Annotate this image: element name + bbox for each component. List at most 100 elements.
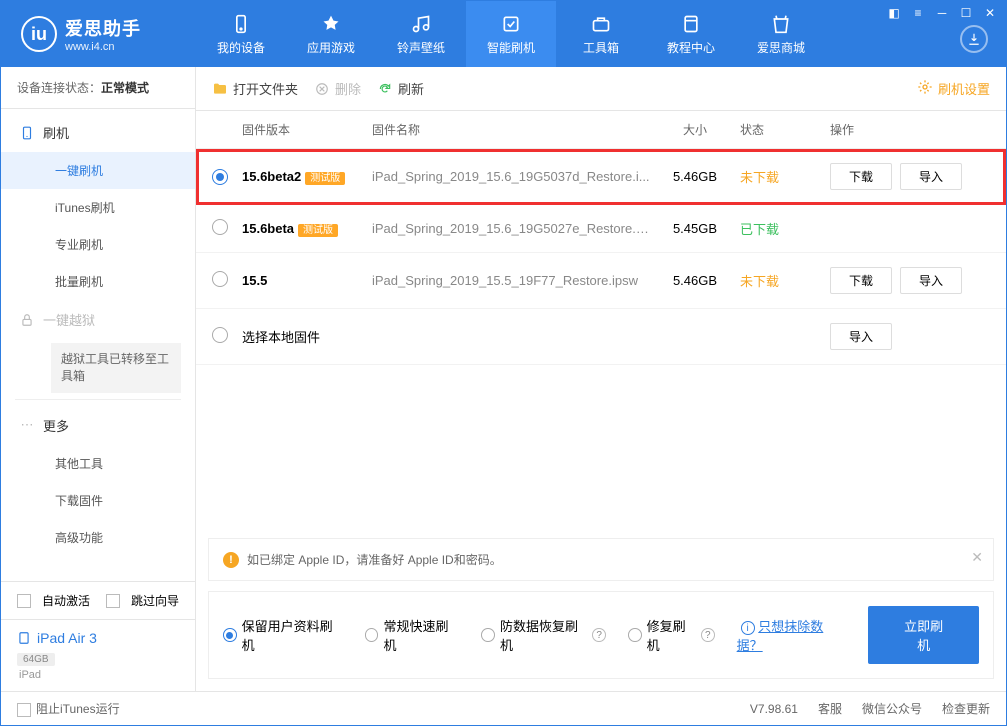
notice-close-icon[interactable]: ✕ — [971, 549, 983, 566]
table-row[interactable]: 15.5iPad_Spring_2019_15.5_19F77_Restore.… — [196, 253, 1006, 309]
tab-icon-1 — [320, 13, 342, 35]
import-button[interactable]: 导入 — [900, 163, 962, 190]
theme-icon[interactable]: ◧ — [884, 5, 904, 21]
header: iu 爱思助手 www.i4.cn 我的设备应用游戏铃声壁纸智能刷机工具箱教程中… — [1, 1, 1006, 67]
notice-bar: ! 如已绑定 Apple ID，请准备好 Apple ID和密码。 ✕ — [208, 538, 994, 581]
sidebar-more-item-0[interactable]: 其他工具 — [1, 445, 195, 482]
tab-icon-2 — [410, 13, 432, 35]
window-controls: ◧ ≡ ─ ☐ ✕ — [884, 5, 1000, 21]
flash-settings-button[interactable]: 刷机设置 — [917, 79, 990, 98]
import-button[interactable]: 导入 — [900, 267, 962, 294]
flash-now-button[interactable]: 立即刷机 — [868, 606, 979, 664]
footer: 阻止iTunes运行 V7.98.61 客服 微信公众号 检查更新 — [1, 691, 1006, 725]
row-radio[interactable] — [212, 219, 228, 235]
minimize-icon[interactable]: ─ — [932, 5, 952, 21]
flash-option-2[interactable]: 防数据恢复刷机? — [481, 616, 606, 654]
download-button[interactable]: 下载 — [830, 163, 892, 190]
row-radio[interactable] — [212, 271, 228, 287]
jailbreak-note: 越狱工具已转移至工具箱 — [51, 343, 181, 393]
auto-activate-row: 自动激活 跳过向导 — [1, 582, 195, 619]
firmware-size: 5.46GB — [650, 273, 740, 288]
device-status: 设备连接状态：正常模式 — [1, 67, 195, 109]
flash-icon — [19, 125, 35, 141]
firmware-status: 未下载 — [740, 167, 830, 186]
tab-icon-4 — [590, 13, 612, 35]
flash-options: 保留用户资料刷机常规快速刷机防数据恢复刷机?修复刷机?i 只想抹除数据？立即刷机 — [208, 591, 994, 679]
firmware-status: 已下载 — [740, 219, 830, 238]
tab-icon-5 — [680, 13, 702, 35]
flash-option-1[interactable]: 常规快速刷机 — [365, 616, 459, 654]
folder-icon — [212, 81, 228, 97]
sidebar-item-0[interactable]: 一键刷机 — [1, 152, 195, 189]
firmware-name: iPad_Spring_2019_15.6_19G5037d_Restore.i… — [372, 169, 650, 184]
option-radio[interactable] — [481, 628, 495, 642]
beta-badge: 测试版 — [298, 224, 338, 237]
flash-option-0[interactable]: 保留用户资料刷机 — [223, 616, 343, 654]
storage-badge: 64GB — [17, 653, 55, 666]
main-panel: 打开文件夹 删除 刷新 刷机设置 固件版本 固件名 — [196, 67, 1006, 691]
firmware-size: 5.45GB — [650, 221, 740, 236]
sidebar-more-item-1[interactable]: 下载固件 — [1, 482, 195, 519]
refresh-button[interactable]: 刷新 — [377, 79, 424, 98]
beta-badge: 测试版 — [305, 172, 345, 185]
toolbar: 打开文件夹 删除 刷新 刷机设置 — [196, 67, 1006, 111]
local-firmware-row[interactable]: 选择本地固件导入 — [196, 309, 1006, 365]
option-radio[interactable] — [628, 628, 642, 642]
wechat-link[interactable]: 微信公众号 — [862, 700, 922, 717]
option-radio[interactable] — [365, 628, 379, 642]
tab-icon-0 — [230, 13, 252, 35]
version-label: V7.98.61 — [750, 702, 798, 716]
download-indicator-icon[interactable] — [960, 25, 988, 53]
block-itunes-checkbox[interactable] — [17, 703, 31, 717]
firmware-name: iPad_Spring_2019_15.5_19F77_Restore.ipsw — [372, 273, 650, 288]
skip-guide-checkbox[interactable] — [106, 594, 120, 608]
tab-5[interactable]: 教程中心 — [646, 1, 736, 67]
tab-3[interactable]: 智能刷机 — [466, 1, 556, 67]
auto-activate-checkbox[interactable] — [17, 594, 31, 608]
tab-icon-3 — [500, 13, 522, 35]
option-radio[interactable] — [223, 628, 237, 642]
table-row[interactable]: 15.6beta2测试版iPad_Spring_2019_15.6_19G503… — [196, 149, 1006, 205]
delete-button: 删除 — [314, 79, 361, 98]
app-domain: www.i4.cn — [65, 41, 141, 53]
device-info[interactable]: iPad Air 3 64GB iPad — [1, 619, 195, 691]
tab-2[interactable]: 铃声壁纸 — [376, 1, 466, 67]
row-radio[interactable] — [212, 169, 228, 185]
tab-6[interactable]: 爱思商城 — [736, 1, 826, 67]
open-folder-button[interactable]: 打开文件夹 — [212, 79, 298, 98]
check-update-link[interactable]: 检查更新 — [942, 700, 990, 717]
sidebar-item-2[interactable]: 专业刷机 — [1, 226, 195, 263]
table-row[interactable]: 15.6beta测试版iPad_Spring_2019_15.6_19G5027… — [196, 205, 1006, 253]
logo[interactable]: iu 爱思助手 www.i4.cn — [1, 15, 196, 53]
help-icon[interactable]: ? — [701, 628, 715, 642]
sidebar-section-flash[interactable]: 刷机 — [1, 113, 195, 152]
info-icon[interactable]: i — [741, 621, 755, 635]
row-radio[interactable] — [212, 327, 228, 343]
maximize-icon[interactable]: ☐ — [956, 5, 976, 21]
lock-icon — [19, 312, 35, 328]
logo-icon: iu — [21, 16, 57, 52]
tab-0[interactable]: 我的设备 — [196, 1, 286, 67]
tab-4[interactable]: 工具箱 — [556, 1, 646, 67]
warning-icon: ! — [223, 552, 239, 568]
menu-icon[interactable]: ≡ — [908, 5, 928, 21]
sidebar-item-3[interactable]: 批量刷机 — [1, 263, 195, 300]
close-icon[interactable]: ✕ — [980, 5, 1000, 21]
sidebar-more-item-2[interactable]: 高级功能 — [1, 519, 195, 556]
gear-icon — [917, 79, 933, 98]
more-icon: ⋯ — [19, 417, 35, 433]
firmware-status: 未下载 — [740, 271, 830, 290]
flash-option-3[interactable]: 修复刷机? — [628, 616, 715, 654]
help-icon[interactable]: ? — [592, 628, 606, 642]
app-name: 爱思助手 — [65, 15, 141, 41]
block-itunes[interactable]: 阻止iTunes运行 — [17, 700, 120, 717]
support-link[interactable]: 客服 — [818, 700, 842, 717]
download-button[interactable]: 下载 — [830, 267, 892, 294]
main-tabs: 我的设备应用游戏铃声壁纸智能刷机工具箱教程中心爱思商城 — [196, 1, 826, 67]
firmware-name: iPad_Spring_2019_15.6_19G5027e_Restore.i… — [372, 221, 650, 236]
import-button[interactable]: 导入 — [830, 323, 892, 350]
sidebar-section-jailbreak: 一键越狱 — [1, 300, 195, 339]
tab-1[interactable]: 应用游戏 — [286, 1, 376, 67]
sidebar-section-more[interactable]: ⋯ 更多 — [1, 406, 195, 445]
sidebar-item-1[interactable]: iTunes刷机 — [1, 189, 195, 226]
